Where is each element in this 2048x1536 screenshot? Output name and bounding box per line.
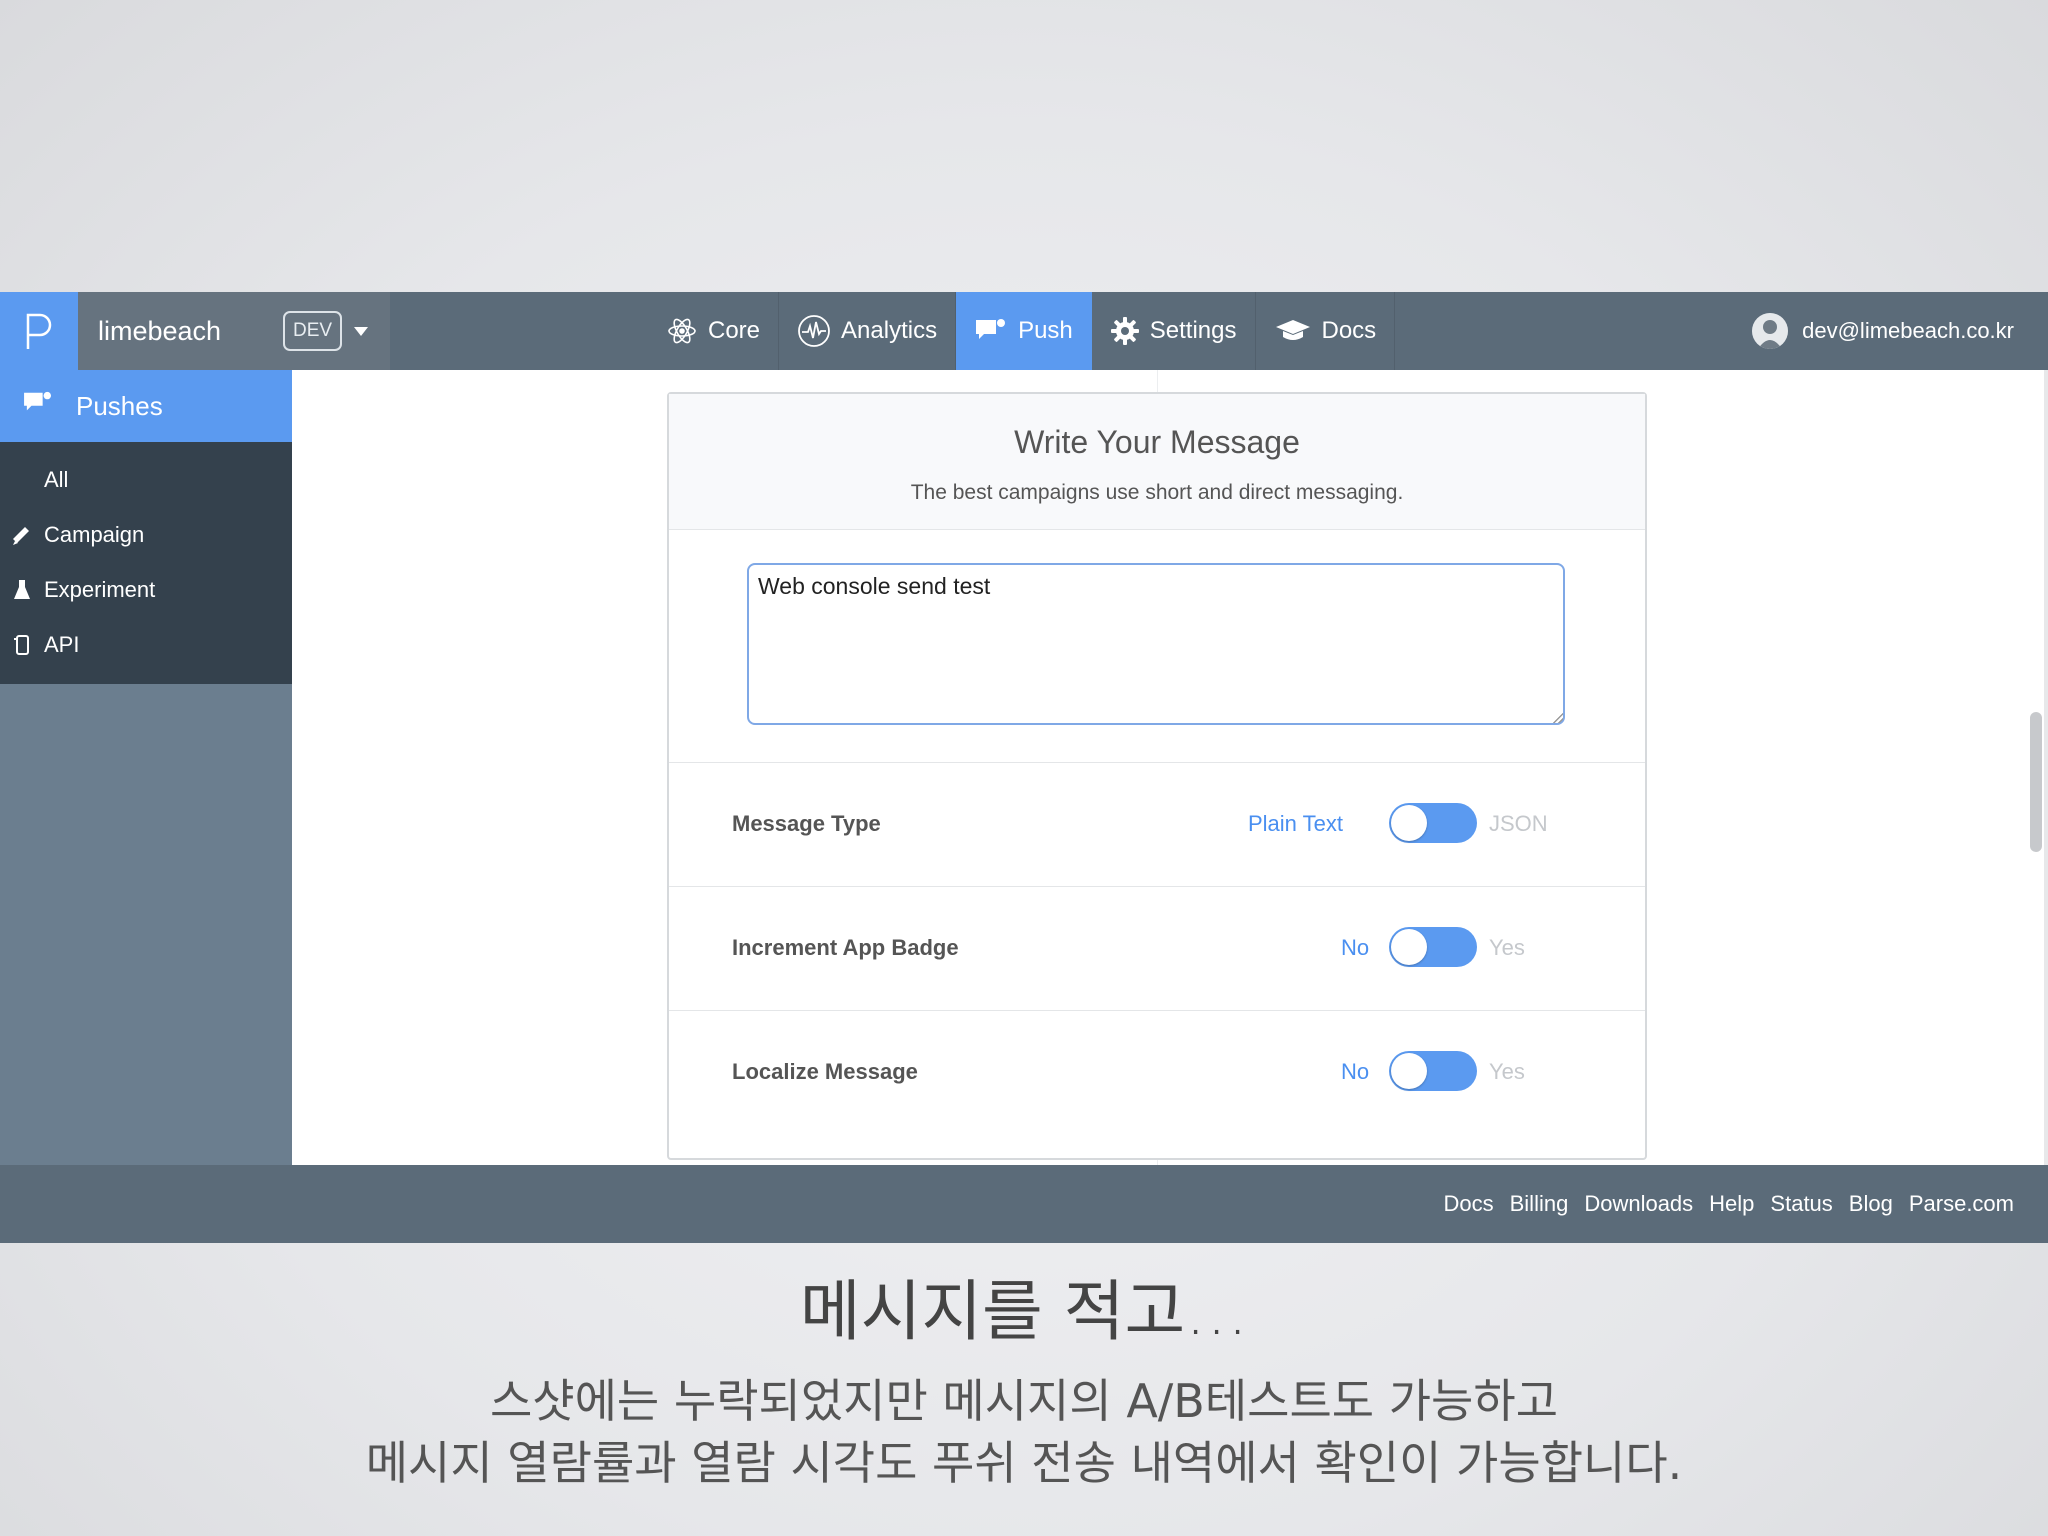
app-name: limebeach [98, 315, 222, 346]
sidebar: Pushes All Campaign Experiment API [0, 370, 292, 1165]
card-header: Write Your Message The best campaigns us… [669, 394, 1645, 530]
sidebar-item-all[interactable]: All [0, 452, 292, 507]
footer-link-parse[interactable]: Parse.com [1909, 1191, 2014, 1217]
footer-link-blog[interactable]: Blog [1849, 1191, 1893, 1217]
sidebar-header-label: Pushes [76, 390, 163, 421]
localize-toggle[interactable] [1389, 1051, 1477, 1091]
nav-settings-label: Settings [1149, 317, 1237, 344]
sidebar-item-campaign[interactable]: Campaign [0, 507, 292, 562]
option-no[interactable]: No [1341, 935, 1369, 961]
sidebar-item-label: All [44, 466, 69, 492]
nav-docs-label: Docs [1321, 317, 1377, 344]
nav-settings[interactable]: Settings [1092, 292, 1256, 370]
pulse-icon [797, 314, 831, 348]
nav-core-label: Core [708, 317, 761, 344]
sidebar-section-pushes[interactable]: Pushes [0, 370, 292, 442]
option-label: Message Type [732, 811, 881, 836]
chat-bubble-icon [22, 390, 54, 423]
parse-dashboard-window: limebeach DEV Core Analytics Push Settin… [0, 292, 2048, 1243]
toggle-knob [1391, 805, 1427, 841]
option-row-increment-badge: Increment App Badge No Yes [669, 887, 1645, 1011]
write-message-card: Write Your Message The best campaigns us… [667, 392, 1647, 1160]
chevron-down-icon[interactable] [354, 326, 369, 336]
nav-docs[interactable]: Docs [1256, 292, 1396, 370]
increment-badge-toggle[interactable] [1389, 927, 1477, 967]
slide-caption-title: 메시지를 적고... [799, 1273, 1249, 1350]
sidebar-submenu: All Campaign Experiment API [0, 442, 292, 684]
card-subtitle: The best campaigns use short and direct … [910, 481, 1404, 504]
slide-caption-body: 스샷에는 누락되었지만 메시지의 A/B테스트도 가능하고 메시지 열람률과 열… [0, 1370, 2048, 1494]
footer-link-help[interactable]: Help [1709, 1191, 1754, 1217]
toggle-knob [1391, 1053, 1427, 1089]
user-email: dev@limebeach.co.kr [1802, 318, 2014, 343]
sidebar-item-label: Campaign [44, 521, 145, 547]
message-section: Web console send test [669, 530, 1645, 763]
option-no[interactable]: No [1341, 1059, 1369, 1085]
top-navigation-bar: limebeach DEV Core Analytics Push Settin… [0, 292, 2048, 370]
sidebar-item-experiment[interactable]: Experiment [0, 562, 292, 617]
option-json[interactable]: JSON [1489, 811, 1548, 837]
user-menu[interactable]: dev@limebeach.co.kr [1752, 292, 2048, 370]
scrollbar[interactable] [2030, 712, 2042, 852]
parse-logo-icon[interactable] [0, 292, 78, 370]
nav-core[interactable]: Core [648, 292, 780, 370]
environment-badge: DEV [283, 311, 343, 351]
avatar [1752, 313, 1789, 349]
option-yes[interactable]: Yes [1489, 935, 1525, 961]
sidebar-item-label: Experiment [44, 576, 156, 602]
nav-analytics[interactable]: Analytics [779, 292, 957, 370]
option-row-message-type: Message Type Plain Text JSON [669, 763, 1645, 887]
main-content: Write Your Message The best campaigns us… [292, 370, 2048, 1165]
message-type-toggle[interactable] [1389, 803, 1477, 843]
card-title: Write Your Message [1014, 424, 1300, 460]
option-label: Increment App Badge [732, 935, 959, 960]
app-selector[interactable]: limebeach DEV [78, 292, 390, 370]
toggle-knob [1391, 929, 1427, 965]
footer-link-status[interactable]: Status [1770, 1191, 1832, 1217]
message-textarea[interactable]: Web console send test [747, 563, 1565, 725]
flask-icon [10, 579, 34, 601]
gear-icon [1110, 316, 1140, 346]
option-label: Localize Message [732, 1059, 918, 1084]
sidebar-item-api[interactable]: API [0, 617, 292, 672]
nav-push[interactable]: Push [956, 292, 1092, 370]
option-yes[interactable]: Yes [1489, 1059, 1525, 1085]
nav-analytics-label: Analytics [841, 317, 938, 344]
caption-line-2: 메시지 열람률과 열람 시각도 푸쉬 전송 내역에서 확인이 가능합니다. [365, 1436, 1683, 1490]
graduation-cap-icon [1274, 318, 1312, 344]
atom-icon [666, 315, 698, 347]
footer-link-billing[interactable]: Billing [1510, 1191, 1569, 1217]
nav-push-label: Push [1018, 317, 1073, 344]
footer-link-docs[interactable]: Docs [1444, 1191, 1494, 1217]
chat-bubble-icon [974, 317, 1008, 345]
megaphone-icon [10, 524, 34, 546]
option-plain-text[interactable]: Plain Text [1248, 811, 1343, 837]
resize-handle-icon[interactable] [1553, 713, 1563, 723]
option-row-localize: Localize Message No Yes [669, 1011, 1645, 1129]
phone-icon [10, 634, 34, 656]
footer: Docs Billing Downloads Help Status Blog … [0, 1165, 2048, 1243]
footer-link-downloads[interactable]: Downloads [1584, 1191, 1693, 1217]
sidebar-item-label: API [44, 631, 80, 657]
caption-line-1: 스샷에는 누락되었지만 메시지의 A/B테스트도 가능하고 [489, 1374, 1559, 1428]
